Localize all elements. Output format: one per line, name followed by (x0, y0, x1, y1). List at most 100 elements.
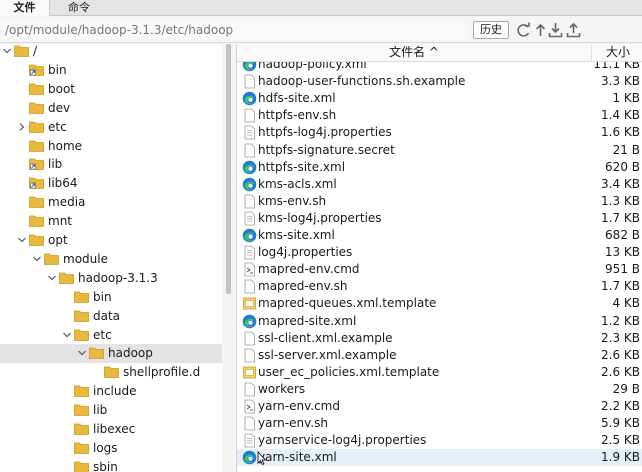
tree-item[interactable]: / (0, 44, 222, 61)
folder-icon (89, 346, 104, 360)
tree-item-label: mnt (48, 214, 72, 229)
folder-icon (74, 309, 89, 322)
file-row[interactable]: mapred-env.cmd 951 B (237, 261, 642, 278)
tree-item[interactable]: hadoop (0, 344, 222, 364)
file-name: kms-site.xml (258, 228, 335, 242)
directory-tree: / bin boot dev etc home lib lib64 media mnt opt mod… (0, 44, 222, 472)
file-row[interactable]: httpfs-env.sh 1.4 KB (237, 107, 642, 124)
download-icon[interactable] (547, 21, 564, 39)
tree-item-label: data (93, 308, 121, 323)
file-row[interactable]: yarn-site.xml 1.9 KB (237, 449, 642, 467)
file-size: 682 B (605, 228, 640, 242)
tree-item-label: media (48, 195, 86, 210)
file-row[interactable]: user_ec_policies.xml.template 2.6 KB (237, 364, 642, 381)
file-size: 1.7 KB (601, 210, 640, 225)
tree-item[interactable]: hadoop-3.1.3 (0, 269, 222, 288)
tree-item[interactable]: sbin (0, 458, 222, 472)
file-row[interactable]: kms-acls.xml 3.4 KB (237, 176, 642, 193)
tree-item[interactable]: module (0, 250, 222, 269)
tree-item[interactable]: dev (0, 99, 222, 118)
file-name: mapred-env.cmd (258, 262, 360, 277)
folder-icon (29, 101, 44, 114)
file-row[interactable]: log4j.properties 13 KB (237, 244, 642, 261)
file-size: 1 KB (612, 91, 640, 106)
tree-item[interactable]: logs (0, 439, 222, 458)
file-row[interactable]: mapred-queues.xml.template 4 KB (237, 295, 642, 312)
edge-browser-icon (242, 62, 257, 72)
folder-icon (29, 139, 44, 152)
refresh-icon[interactable] (515, 21, 532, 39)
edge-browser-icon (242, 314, 257, 329)
file-row[interactable]: ssl-server.xml.example 2.6 KB (237, 347, 642, 364)
chevron-right-icon[interactable] (17, 121, 27, 133)
tree-item[interactable]: media (0, 193, 222, 212)
file-rows: hadoop-policy.xml 11.1 KB hadoop-user-func… (237, 62, 642, 472)
column-header-name[interactable]: 文件名 ^ (237, 44, 592, 62)
chevron-down-icon[interactable] (2, 45, 12, 57)
tab-commands[interactable]: 命令 (52, 0, 106, 16)
file-row[interactable]: yarn-env.sh 5.9 KB (237, 415, 642, 432)
chevron-down-icon[interactable] (77, 347, 87, 359)
tree-item[interactable]: lib (0, 155, 222, 174)
folder-icon (29, 233, 44, 246)
file-row[interactable]: mapred-env.sh 1.7 KB (237, 278, 642, 295)
folder-icon (29, 195, 44, 209)
template-file-icon (242, 365, 257, 380)
tree-scrollbar[interactable] (224, 44, 233, 472)
history-button[interactable]: 历史 (473, 21, 509, 39)
cmd-file-icon (242, 262, 257, 277)
file-row[interactable]: kms-env.sh 1.3 KB (237, 193, 642, 210)
tree-item[interactable]: mnt (0, 212, 222, 231)
path-input[interactable] (2, 21, 468, 39)
file-name: yarn-env.sh (258, 416, 328, 431)
tree-item[interactable]: libexec (0, 420, 222, 439)
path-bar: 历史 (0, 17, 642, 43)
file-row[interactable]: httpfs-signature.secret 21 B (237, 142, 642, 159)
tree-item-label: hadoop-3.1.3 (78, 270, 158, 285)
tab-files[interactable]: 文件 (0, 0, 50, 16)
chevron-down-icon[interactable] (32, 253, 42, 265)
text-file-icon (242, 433, 257, 448)
tree-item[interactable]: include (0, 382, 222, 401)
tree-item[interactable]: home (0, 137, 222, 156)
file-size: 2.2 KB (601, 399, 640, 413)
file-row[interactable]: hadoop-policy.xml 11.1 KB (237, 62, 642, 73)
file-row[interactable]: workers 29 B (237, 381, 642, 398)
column-header-size[interactable]: 大小 (593, 44, 642, 62)
file-row[interactable]: httpfs-site.xml 620 B (237, 159, 642, 176)
tree-item[interactable]: bin (0, 61, 222, 80)
tree-item[interactable]: boot (0, 80, 222, 99)
file-row[interactable]: httpfs-log4j.properties 1.6 KB (237, 124, 642, 141)
file-row[interactable]: mapred-site.xml 1.2 KB (237, 313, 642, 330)
file-list: 文件名 ^ 大小 hadoop-policy.xml 11.1 KB hadoop-… (236, 44, 642, 472)
tree-item[interactable]: lib64 (0, 174, 222, 193)
folder-link-icon (29, 176, 44, 190)
file-row[interactable]: hdfs-site.xml 1 KB (237, 90, 642, 107)
chevron-down-icon[interactable] (17, 234, 27, 246)
file-row[interactable]: kms-log4j.properties 1.7 KB (237, 210, 642, 227)
file-name: mapred-env.sh (258, 279, 348, 294)
tree-item-label: home (48, 138, 83, 153)
file-row[interactable]: hadoop-user-functions.sh.example 3.3 KB (237, 73, 642, 90)
chevron-down-icon[interactable] (62, 329, 72, 341)
tree-item[interactable]: shellprofile.d (0, 363, 222, 382)
tree-item-label: boot (48, 81, 76, 96)
tree-item[interactable]: bin (0, 288, 222, 307)
file-row[interactable]: kms-site.xml 682 B (237, 227, 642, 244)
file-row[interactable]: ssl-client.xml.example 2.3 KB (237, 330, 642, 347)
file-name: kms-log4j.properties (258, 210, 382, 225)
tree-item-label: etc (93, 327, 112, 342)
file-row[interactable]: yarn-env.cmd 2.2 KB (237, 398, 642, 415)
file-icon (242, 348, 257, 363)
file-name: hdfs-site.xml (258, 91, 336, 106)
chevron-down-icon[interactable] (47, 272, 57, 284)
tree-scrollbar-thumb[interactable] (226, 44, 231, 294)
file-row[interactable]: yarnservice-log4j.properties 2.5 KB (237, 432, 642, 449)
tree-item[interactable]: data (0, 307, 222, 326)
tree-item[interactable]: opt (0, 231, 222, 250)
tree-item[interactable]: etc (0, 326, 222, 345)
tree-item[interactable]: lib (0, 401, 222, 420)
file-size: 1.9 KB (601, 450, 640, 465)
tree-item[interactable]: etc (0, 118, 222, 137)
upload-icon[interactable] (565, 21, 582, 39)
